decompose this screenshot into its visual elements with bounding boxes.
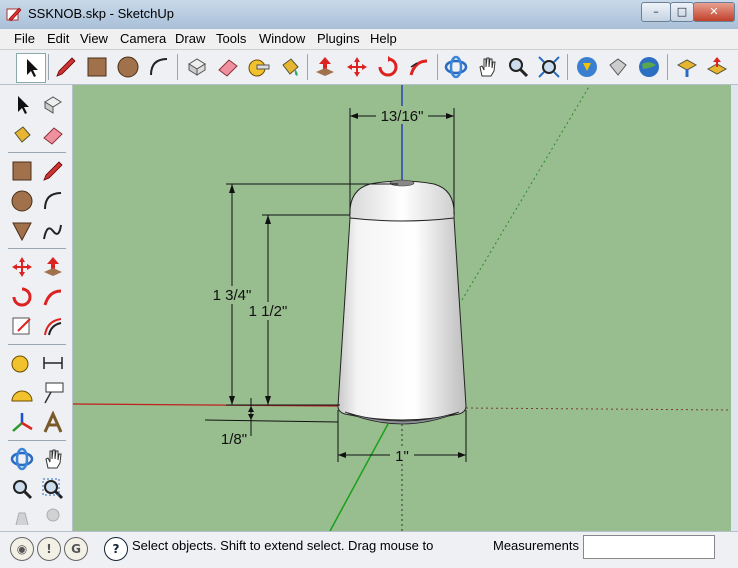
knob-body[interactable]	[337, 217, 467, 421]
select-icon[interactable]	[16, 53, 46, 83]
menu-edit[interactable]: Edit	[47, 31, 69, 46]
arc-icon[interactable]	[39, 187, 67, 215]
pencil-line-icon[interactable]	[52, 53, 80, 81]
dim-bottom-width: 1"	[395, 448, 409, 465]
sketchup-app-icon	[6, 7, 22, 22]
protractor-icon[interactable]	[8, 379, 36, 407]
get-current-view-icon[interactable]	[673, 53, 701, 81]
arc-icon[interactable]	[145, 53, 173, 81]
eraser-icon[interactable]	[214, 53, 242, 81]
make-component-icon[interactable]	[183, 53, 211, 81]
menu-draw[interactable]: Draw	[175, 31, 205, 46]
menu-view[interactable]: View	[80, 31, 108, 46]
zoom-icon[interactable]	[504, 53, 532, 81]
tape-measure-icon[interactable]	[245, 53, 273, 81]
text-icon[interactable]	[39, 379, 67, 407]
window-title: SSKNOB.skp - SketchUp	[28, 6, 174, 21]
zoom-window-icon[interactable]	[39, 475, 67, 503]
dim-base: 1/8"	[221, 431, 247, 448]
status-bar: ◉ ! G ? Select objects. Shift to extend …	[0, 531, 738, 568]
share-model-icon[interactable]	[604, 53, 632, 81]
rotate-icon[interactable]	[8, 283, 36, 311]
knob-top-hole	[389, 179, 415, 187]
help-icon[interactable]: ?	[104, 537, 128, 561]
scale-icon[interactable]	[8, 313, 36, 341]
status-message: Select objects. Shift to extend select. …	[132, 538, 434, 553]
get-models-icon[interactable]	[573, 53, 601, 81]
pan-hand-icon[interactable]	[473, 53, 501, 81]
follow-me-icon[interactable]	[405, 53, 433, 81]
walk-icon[interactable]	[8, 503, 36, 531]
freehand-icon[interactable]	[39, 217, 67, 245]
look-around-icon[interactable]	[39, 503, 67, 531]
menu-file[interactable]: File	[14, 31, 35, 46]
circle-icon[interactable]	[8, 187, 36, 215]
rectangle-icon[interactable]	[8, 157, 36, 185]
close-button[interactable]: ✕	[693, 2, 735, 22]
pan-hand-icon[interactable]	[39, 445, 67, 473]
geo-location-icon[interactable]: ◉	[10, 537, 34, 561]
paint-bucket-icon[interactable]	[276, 53, 304, 81]
move-icon[interactable]	[343, 53, 371, 81]
offset-icon[interactable]	[39, 313, 67, 341]
green-axis	[329, 423, 389, 531]
push-pull-icon[interactable]	[39, 253, 67, 281]
menu-help[interactable]: Help	[370, 31, 397, 46]
zoom-icon[interactable]	[8, 475, 36, 503]
minimize-button[interactable]: –	[641, 2, 671, 22]
title-bar: SSKNOB.skp - SketchUp – □ ✕	[0, 0, 738, 30]
polygon-icon[interactable]	[8, 217, 36, 245]
red-axis-hidden	[465, 407, 731, 411]
modeling-viewport[interactable]: 13/16" 1 3/4" 1 1/2" 1/8" 1"	[73, 85, 731, 531]
green-axis-hidden	[461, 85, 591, 301]
left-toolbar	[0, 85, 73, 531]
model-canvas[interactable]: 13/16" 1 3/4" 1 1/2" 1/8" 1"	[73, 85, 731, 531]
rectangle-icon[interactable]	[83, 53, 111, 81]
push-pull-icon[interactable]	[311, 53, 339, 81]
tape-measure-icon[interactable]	[8, 349, 36, 377]
top-toolbar	[0, 50, 738, 85]
sketchup-window: SSKNOB.skp - SketchUp – □ ✕ File Edit Vi…	[0, 0, 738, 568]
orbit-icon[interactable]	[8, 445, 36, 473]
orbit-icon[interactable]	[442, 53, 470, 81]
follow-me-icon[interactable]	[39, 283, 67, 311]
place-model-icon[interactable]	[703, 53, 731, 81]
menu-bar: File Edit View Camera Draw Tools Window …	[0, 29, 738, 50]
paint-bucket-icon[interactable]	[8, 121, 36, 149]
dim-total-height: 1 3/4"	[213, 287, 252, 304]
3d-text-icon[interactable]	[39, 409, 67, 437]
menu-plugins[interactable]: Plugins	[317, 31, 360, 46]
dimension-icon[interactable]	[39, 349, 67, 377]
axes-icon[interactable]	[8, 409, 36, 437]
measurements-input[interactable]	[583, 535, 715, 559]
select-icon[interactable]	[8, 91, 36, 119]
menu-window[interactable]: Window	[259, 31, 305, 46]
dim-top-width: 13/16"	[381, 108, 424, 125]
menu-tools[interactable]: Tools	[216, 31, 246, 46]
google-earth-icon[interactable]	[635, 53, 663, 81]
zoom-extents-icon[interactable]	[535, 53, 563, 81]
user-icon[interactable]: G	[64, 537, 88, 561]
move-icon[interactable]	[8, 253, 36, 281]
make-component-icon[interactable]	[39, 91, 67, 119]
pencil-line-icon[interactable]	[39, 157, 67, 185]
rotate-icon[interactable]	[374, 53, 402, 81]
dim-body-height: 1 1/2"	[249, 303, 288, 320]
eraser-icon[interactable]	[39, 121, 67, 149]
menu-camera[interactable]: Camera	[120, 31, 166, 46]
knob-top-cap[interactable]	[349, 180, 455, 222]
circle-icon[interactable]	[114, 53, 142, 81]
maximize-button[interactable]: □	[670, 2, 694, 22]
measurements-label: Measurements	[493, 538, 579, 553]
credits-icon[interactable]: !	[37, 537, 61, 561]
